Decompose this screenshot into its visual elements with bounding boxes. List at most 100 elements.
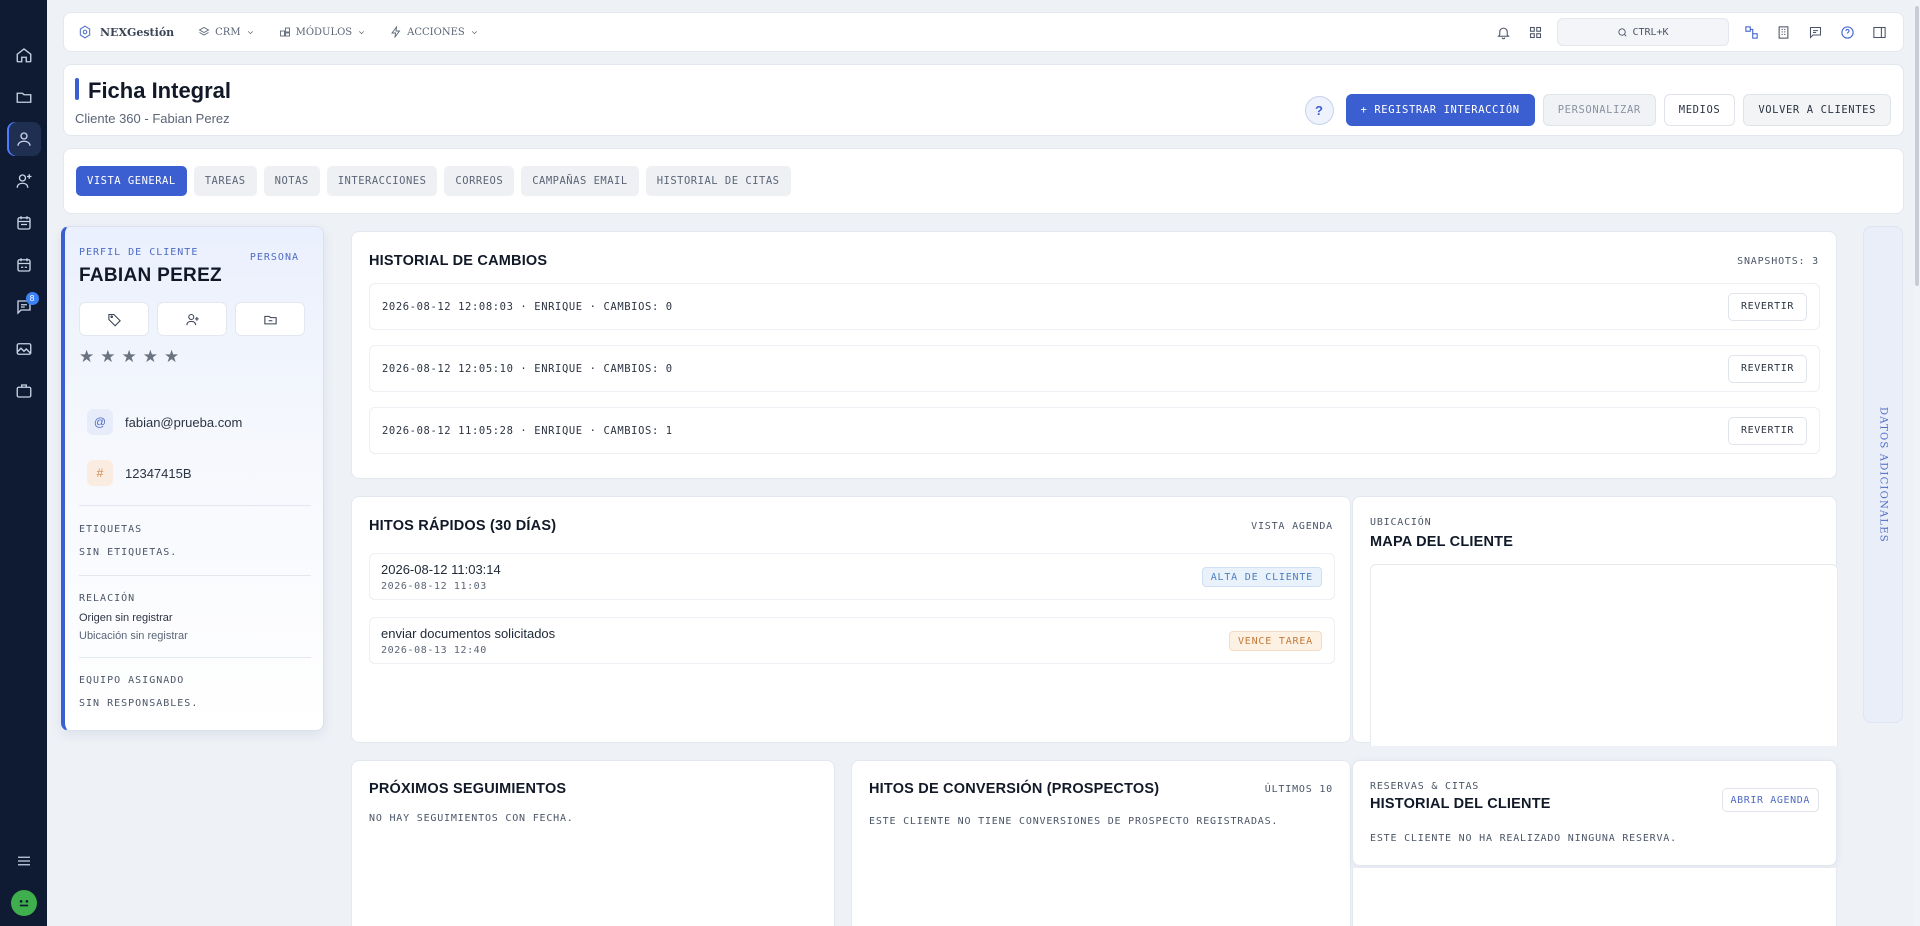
rail-messages[interactable]: 8 bbox=[7, 290, 41, 324]
left-rail: 8 bbox=[0, 0, 47, 926]
menu-crm-label: CRM bbox=[215, 26, 241, 38]
menu-modules[interactable]: MÓDULOS bbox=[279, 26, 367, 38]
chevron-down-icon bbox=[359, 30, 365, 34]
tab-overview[interactable]: VISTA GENERAL bbox=[76, 166, 187, 196]
hexagon-logo-icon bbox=[79, 25, 91, 39]
workflow-button[interactable] bbox=[1741, 22, 1761, 42]
tab-bar: VISTA GENERAL TAREAS NOTAS INTERACCIONES… bbox=[63, 148, 1904, 214]
page-title: Ficha Integral bbox=[88, 78, 232, 103]
history-row: 2026-08-12 12:08:03 · ENRIQUE · CAMBIOS:… bbox=[369, 283, 1820, 330]
tab-notes[interactable]: NOTAS bbox=[263, 166, 320, 196]
milestone-date: 2026-08-13 12:40 bbox=[381, 645, 487, 656]
title-accent bbox=[75, 78, 79, 100]
star-icon[interactable]: ★ bbox=[164, 347, 179, 367]
revert-button[interactable]: REVERTIR bbox=[1728, 416, 1807, 445]
media-button[interactable]: MEDIOS bbox=[1663, 94, 1736, 126]
image-icon bbox=[16, 343, 31, 355]
briefcase-icon bbox=[16, 384, 31, 398]
register-interaction-button[interactable]: + REGISTRAR INTERACCIÓN bbox=[1345, 94, 1535, 126]
menu-modules-label: MÓDULOS bbox=[295, 26, 353, 38]
star-icon[interactable]: ★ bbox=[79, 347, 94, 367]
rail-home[interactable] bbox=[7, 38, 41, 72]
star-icon[interactable]: ★ bbox=[143, 347, 158, 367]
user-avatar[interactable] bbox=[10, 890, 37, 916]
tab-appointment-history[interactable]: HISTORIAL DE CITAS bbox=[645, 166, 791, 196]
workflow-icon bbox=[1744, 25, 1758, 39]
milestone-row[interactable]: enviar documentos solicitados 2026-08-13… bbox=[369, 617, 1335, 664]
top-bar-actions: CTRL+K bbox=[1493, 18, 1889, 46]
milestone-row[interactable]: 2026-08-12 11:03:14 2026-08-12 11:03 ALT… bbox=[369, 553, 1335, 600]
apps-button[interactable] bbox=[1525, 22, 1545, 42]
scrollbar-thumb[interactable] bbox=[1915, 6, 1919, 286]
bookings-panel-body bbox=[1352, 868, 1837, 926]
change-history-title: HISTORIAL DE CAMBIOS bbox=[369, 253, 548, 269]
tab-interactions[interactable]: INTERACCIONES bbox=[326, 166, 438, 196]
page-help-button[interactable]: ? bbox=[1304, 95, 1334, 125]
tab-emails[interactable]: CORREOS bbox=[444, 166, 515, 196]
help-button[interactable] bbox=[1837, 22, 1857, 42]
calendar-icon bbox=[16, 216, 31, 230]
brand-name: NEXGestión bbox=[100, 25, 175, 39]
back-to-clients-button[interactable]: VOLVER A CLIENTES bbox=[1743, 94, 1891, 126]
rail-business[interactable] bbox=[7, 374, 41, 408]
client-map[interactable] bbox=[1370, 564, 1838, 746]
history-row-text: 2026-08-12 12:05:10 · ENRIQUE · CAMBIOS:… bbox=[382, 362, 673, 375]
revert-button[interactable]: REVERTIR bbox=[1728, 354, 1807, 383]
tab-tasks[interactable]: TAREAS bbox=[193, 166, 257, 196]
agenda-view-link[interactable]: VISTA AGENDA bbox=[1251, 521, 1333, 532]
rail-clients[interactable] bbox=[6, 122, 41, 156]
bookings-empty: ESTE CLIENTE NO HA REALIZADO NINGUNA RES… bbox=[1370, 833, 1677, 844]
building-icon bbox=[1778, 25, 1788, 39]
documents-button[interactable] bbox=[235, 302, 305, 336]
followups-title: PRÓXIMOS SEGUIMIENTOS bbox=[369, 781, 567, 797]
conversion-milestones-card: HITOS DE CONVERSIÓN (PROSPECTOS) ÚLTIMOS… bbox=[851, 760, 1351, 926]
star-icon[interactable]: ★ bbox=[100, 347, 115, 367]
milestone-title: enviar documentos solicitados bbox=[381, 626, 556, 641]
menu-crm[interactable]: CRM bbox=[198, 26, 254, 38]
client-rating[interactable]: ★ ★ ★ ★ ★ bbox=[79, 347, 179, 367]
bookings-label: RESERVAS & CITAS bbox=[1370, 781, 1480, 792]
conversions-meta: ÚLTIMOS 10 bbox=[1264, 784, 1333, 795]
folder-open-icon bbox=[263, 315, 277, 324]
tag-button[interactable] bbox=[79, 302, 149, 336]
location-value: Ubicación sin registrar bbox=[79, 630, 188, 642]
tab-email-campaigns[interactable]: CAMPAÑAS EMAIL bbox=[521, 166, 639, 196]
rail-media[interactable] bbox=[7, 332, 41, 366]
additional-data-label: DATOS ADICIONALES bbox=[1877, 406, 1889, 543]
client-map-card: UBICACIÓN MAPA DEL CLIENTE bbox=[1352, 496, 1838, 746]
help-circle-icon bbox=[1840, 25, 1854, 39]
profile-label: PERFIL DE CLIENTE bbox=[79, 247, 199, 258]
top-bar: NEXGestión CRM MÓDULOS ACCIONES CTRL+K bbox=[63, 12, 1904, 52]
toggle-panel-button[interactable] bbox=[1869, 22, 1889, 42]
assign-user-button[interactable] bbox=[157, 302, 227, 336]
chevron-down-icon bbox=[247, 30, 253, 34]
revert-button[interactable]: REVERTIR bbox=[1728, 292, 1807, 321]
menu-toggle[interactable] bbox=[7, 844, 41, 878]
company-button[interactable] bbox=[1773, 22, 1793, 42]
brand[interactable]: NEXGestión bbox=[78, 25, 174, 39]
star-icon[interactable]: ★ bbox=[122, 347, 137, 367]
open-agenda-button[interactable]: ABRIR AGENDA bbox=[1721, 788, 1819, 812]
rail-calendar[interactable] bbox=[7, 206, 41, 240]
divider bbox=[79, 505, 311, 506]
followups-empty: NO HAY SEGUIMIENTOS CON FECHA. bbox=[369, 813, 574, 824]
search-shortcut: CTRL+K bbox=[1632, 26, 1669, 38]
notifications-button[interactable] bbox=[1493, 22, 1513, 42]
chevron-down-icon bbox=[471, 30, 477, 34]
email-row[interactable]: @ fabian@prueba.com bbox=[87, 409, 242, 435]
layers-icon bbox=[198, 26, 210, 36]
divider bbox=[79, 575, 311, 576]
search-icon bbox=[1618, 27, 1627, 36]
page-scrollbar[interactable] bbox=[1914, 0, 1920, 926]
additional-data-tab[interactable]: DATOS ADICIONALES bbox=[1863, 226, 1903, 723]
hash-icon: # bbox=[87, 460, 113, 486]
menu-actions[interactable]: ACCIONES bbox=[390, 26, 479, 38]
customize-button[interactable]: PERSONALIZAR bbox=[1542, 94, 1656, 126]
messages-button[interactable] bbox=[1805, 22, 1825, 42]
home-icon bbox=[16, 48, 31, 63]
rail-folders[interactable] bbox=[7, 80, 41, 114]
rail-agenda[interactable] bbox=[7, 248, 41, 282]
command-search[interactable]: CTRL+K bbox=[1557, 18, 1729, 46]
rail-add-user[interactable] bbox=[7, 164, 41, 198]
divider bbox=[79, 657, 311, 658]
